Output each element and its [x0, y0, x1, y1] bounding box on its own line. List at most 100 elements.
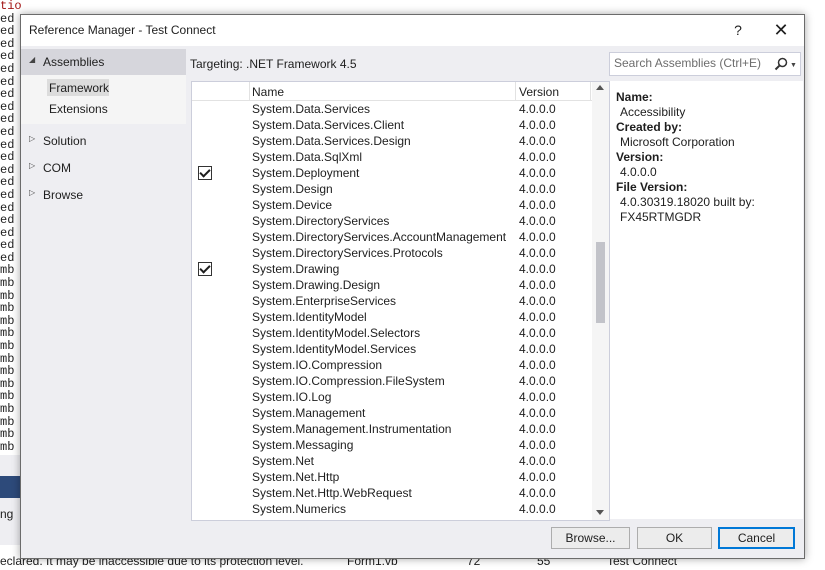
search-icon[interactable]: [774, 57, 788, 71]
assembly-version: 4.0.0.0: [519, 502, 556, 516]
assembly-name: System.Data.Services: [252, 102, 371, 116]
assembly-version: 4.0.0.0: [519, 390, 556, 404]
assembly-row[interactable]: System.Messaging 4.0.0.0: [192, 437, 592, 453]
assembly-version: 4.0.0.0: [519, 134, 556, 148]
grid-header: Name Version: [192, 82, 592, 101]
nav-item-framework[interactable]: Framework: [47, 79, 109, 96]
assembly-name: System.Management.Instrumentation: [252, 422, 452, 436]
code-line-fragment: mb: [0, 339, 15, 354]
assembly-name: System.Drawing.Design: [252, 278, 381, 292]
assembly-version: 4.0.0.0: [519, 438, 556, 452]
detail-version-label: Version:: [616, 150, 664, 164]
assembly-name: System.DirectoryServices.Protocols: [252, 246, 443, 260]
assembly-row[interactable]: System.Net.Http 4.0.0.0: [192, 469, 592, 485]
assembly-name: System.Data.Services.Design: [252, 134, 411, 148]
assembly-row[interactable]: System.Management 4.0.0.0: [192, 405, 592, 421]
search-input[interactable]: [614, 56, 764, 70]
assembly-row[interactable]: System.DirectoryServices.AccountManageme…: [192, 229, 592, 245]
checkbox-check-icon[interactable]: [198, 166, 212, 180]
assembly-row[interactable]: System.Data.Services.Client 4.0.0.0: [192, 117, 592, 133]
assembly-version: 4.0.0.0: [519, 102, 556, 116]
nav-item-assemblies[interactable]: ◢ Assemblies: [21, 49, 186, 75]
help-button[interactable]: ?: [721, 18, 755, 42]
search-options-dropdown-icon[interactable]: ▼: [790, 62, 797, 69]
assembly-name: System.IdentityModel.Services: [252, 342, 417, 356]
assembly-version: 4.0.0.0: [519, 214, 556, 228]
assembly-row[interactable]: System.Deployment 4.0.0.0: [192, 165, 592, 181]
assembly-row[interactable]: System.Net.Http.WebRequest 4.0.0.0: [192, 485, 592, 501]
panel-tab-bar: [0, 476, 22, 498]
code-line-fragment: mb: [0, 439, 15, 454]
assembly-row[interactable]: System.Drawing 4.0.0.0: [192, 261, 592, 277]
category-nav: ◢ Assemblies Framework Extensions ▷ Solu…: [21, 46, 186, 521]
code-line-fragment: tion": [0, 0, 22, 13]
assembly-name: System.Management: [252, 406, 366, 420]
column-header-check[interactable]: [192, 82, 250, 100]
detail-name-value: Accessibility: [620, 105, 686, 119]
assembly-row[interactable]: System.DirectoryServices.Protocols 4.0.0.…: [192, 245, 592, 261]
nav-item-solution[interactable]: ▷ Solution: [21, 128, 186, 154]
scroll-up-arrow-icon[interactable]: [596, 85, 604, 90]
code-line-fragment: ed: [0, 61, 15, 76]
assembly-version: 4.0.0.0: [519, 230, 556, 244]
assembly-version: 4.0.0.0: [519, 118, 556, 132]
targeting-label: Targeting: .NET Framework 4.5: [190, 57, 357, 71]
column-header-name[interactable]: Name: [249, 82, 516, 100]
collapse-triangle-icon: ◢: [29, 55, 36, 64]
cancel-button[interactable]: Cancel: [718, 527, 795, 549]
column-header-label: Version: [519, 85, 560, 99]
assembly-name: System.IO.Compression.FileSystem: [252, 374, 445, 388]
nav-item-label: COM: [43, 161, 71, 175]
assembly-version: 4.0.0.0: [519, 454, 556, 468]
assembly-version: 4.0.0.0: [519, 150, 556, 164]
scroll-thumb[interactable]: [596, 242, 605, 323]
expand-triangle-icon: ▷: [29, 161, 36, 170]
expand-triangle-icon: ▷: [29, 188, 36, 197]
scroll-down-arrow-icon[interactable]: [596, 510, 604, 515]
assembly-row[interactable]: System.IO.Compression.FileSystem 4.0.0.0: [192, 373, 592, 389]
assembly-row[interactable]: System.Data.SqlXml 4.0.0.0: [192, 149, 592, 165]
assembly-row[interactable]: System.IdentityModel 4.0.0.0: [192, 309, 592, 325]
assembly-row[interactable]: System.Data.Services.Design 4.0.0.0: [192, 133, 592, 149]
nav-item-com[interactable]: ▷ COM: [21, 155, 186, 181]
assembly-row[interactable]: System.DirectoryServices 4.0.0.0: [192, 213, 592, 229]
search-box[interactable]: ▼: [609, 52, 801, 76]
assembly-version: 4.0.0.0: [519, 246, 556, 260]
assembly-row[interactable]: System.Numerics 4.0.0.0: [192, 501, 592, 517]
assembly-row[interactable]: System.Drawing.Design 4.0.0.0: [192, 277, 592, 293]
browse-button[interactable]: Browse...: [551, 527, 630, 549]
dialog-body: ◢ Assemblies Framework Extensions ▷ Solu…: [21, 46, 804, 521]
assembly-row[interactable]: System.IdentityModel.Selectors 4.0.0.0: [192, 325, 592, 341]
assembly-row[interactable]: System.Management.Instrumentation 4.0.0.0: [192, 421, 592, 437]
assembly-row[interactable]: System.Device 4.0.0.0: [192, 197, 592, 213]
assembly-row[interactable]: System.Data.Services 4.0.0.0: [192, 101, 592, 117]
nav-item-browse[interactable]: ▷ Browse: [21, 182, 186, 208]
assembly-row[interactable]: System.IO.Log 4.0.0.0: [192, 389, 592, 405]
nav-item-label: Solution: [43, 134, 87, 148]
assembly-name: System.Data.Services.Client: [252, 118, 405, 132]
ok-button[interactable]: OK: [637, 527, 712, 549]
assemblies-grid: Name Version System.Data.Services 4.0.0.0…: [191, 81, 610, 521]
nav-item-label: Assemblies: [43, 55, 105, 69]
assembly-row[interactable]: System.EnterpriseServices 4.0.0.0: [192, 293, 592, 309]
close-button[interactable]: ✕: [764, 18, 798, 42]
assemblies-subitems: Framework Extensions: [21, 75, 186, 124]
assembly-row[interactable]: System.Net 4.0.0.0: [192, 453, 592, 469]
assembly-row[interactable]: System.IO.Compression 4.0.0.0: [192, 357, 592, 373]
nav-item-label: Browse: [43, 188, 84, 202]
code-line-fragment: mb: [0, 301, 15, 316]
assembly-row[interactable]: System.IdentityModel.Services 4.0.0.0: [192, 341, 592, 357]
code-line-fragment: ed: [0, 187, 15, 202]
code-line-fragment: ed: [0, 150, 15, 165]
vertical-scrollbar[interactable]: [592, 82, 609, 520]
expand-triangle-icon: ▷: [29, 134, 36, 143]
column-header-version[interactable]: Version: [516, 82, 591, 100]
checkbox-check-icon[interactable]: [198, 262, 212, 276]
assembly-row[interactable]: System.Design 4.0.0.0: [192, 181, 592, 197]
code-line-fragment: mb: [0, 402, 15, 416]
output-panel-strip: [0, 455, 22, 545]
assembly-name: System.Messaging: [252, 438, 354, 452]
panel-tab-text: ng: [0, 507, 14, 521]
detail-version-value: 4.0.0.0: [620, 165, 657, 179]
dialog-titlebar[interactable]: Reference Manager - Test Connect ? ✕: [21, 15, 804, 45]
